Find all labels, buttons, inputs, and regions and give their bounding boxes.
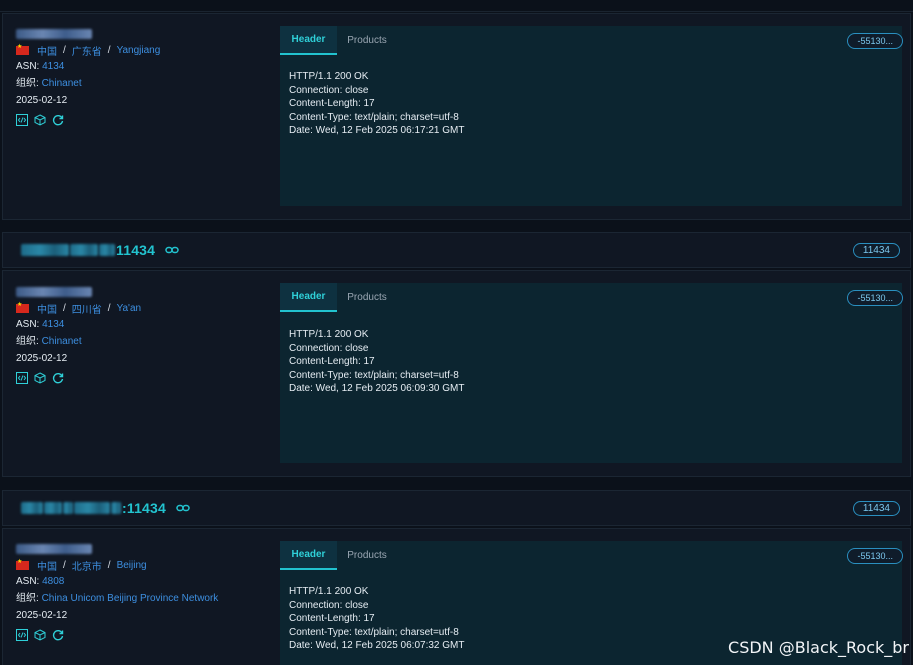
code-icon[interactable]	[16, 629, 28, 641]
tab-header[interactable]: Header	[280, 26, 337, 55]
date: 2025-02-12	[16, 95, 68, 106]
tab-products[interactable]: Products	[337, 26, 397, 55]
entry-1-info: 中国 / 广东省 / Yangjiang ASN: 4134 组织: China…	[16, 29, 160, 126]
asn-row: ASN: 4808	[16, 576, 65, 587]
port-badge[interactable]: 11434	[852, 501, 900, 516]
hash-badge[interactable]: -55130...	[847, 33, 903, 49]
hash-badge[interactable]: -55130...	[847, 548, 903, 564]
org-row: 组织: Chinanet	[16, 78, 82, 89]
org-row: 组织: Chinanet	[16, 336, 82, 347]
tabs: Header Products	[280, 26, 397, 55]
tabs: Header Products	[280, 541, 397, 570]
location-row: 中国 / 北京市 / Beijing	[16, 558, 218, 573]
cube-icon[interactable]	[34, 372, 46, 384]
date: 2025-02-12	[16, 353, 68, 364]
asn-link[interactable]: 4134	[42, 319, 64, 330]
entry-2-info: 中国 / 四川省 / Ya'an ASN: 4134 组织: Chinanet …	[16, 287, 141, 384]
province-link[interactable]: 北京市	[72, 558, 102, 573]
flag-cn-icon	[16, 43, 29, 55]
country-link[interactable]: 中国	[37, 301, 57, 316]
refresh-icon[interactable]	[52, 114, 64, 126]
code-icon[interactable]	[16, 372, 28, 384]
response-text: HTTP/1.1 200 OK Connection: close Conten…	[289, 71, 465, 136]
host-header-2: 11434 11434	[2, 232, 911, 268]
code-icon[interactable]	[16, 114, 28, 126]
link-icon[interactable]	[176, 503, 190, 513]
blurred-ip	[16, 29, 92, 39]
province-link[interactable]: 广东省	[72, 43, 102, 58]
response-text: HTTP/1.1 200 OK Connection: close Conten…	[289, 586, 465, 651]
watermark: CSDN @Black_Rock_br	[728, 638, 909, 657]
host-title[interactable]: :11434	[21, 500, 190, 516]
province-link[interactable]: 四川省	[72, 301, 102, 316]
refresh-icon[interactable]	[52, 372, 64, 384]
city-link[interactable]: Yangjiang	[117, 45, 161, 56]
top-strip	[0, 0, 913, 12]
org-link[interactable]: Chinanet	[42, 78, 82, 89]
port-badge[interactable]: 11434	[852, 243, 900, 258]
org-row: 组织: China Unicom Beijing Province Networ…	[16, 593, 219, 604]
flag-cn-icon	[16, 558, 29, 570]
host-title[interactable]: 11434	[21, 242, 179, 258]
blurred-ip	[16, 544, 92, 554]
blurred-ip	[16, 287, 92, 297]
asn-link[interactable]: 4134	[42, 61, 64, 72]
date: 2025-02-12	[16, 610, 68, 621]
org-link[interactable]: China Unicom Beijing Province Network	[42, 593, 219, 604]
hash-badge[interactable]: -55130...	[847, 290, 903, 306]
tab-header[interactable]: Header	[280, 283, 337, 312]
cube-icon[interactable]	[34, 629, 46, 641]
tab-products[interactable]: Products	[337, 541, 397, 570]
asn-link[interactable]: 4808	[42, 576, 64, 587]
location-row: 中国 / 四川省 / Ya'an	[16, 301, 141, 316]
org-link[interactable]: Chinanet	[42, 336, 82, 347]
tab-products[interactable]: Products	[337, 283, 397, 312]
flag-cn-icon	[16, 301, 29, 313]
city-link[interactable]: Beijing	[117, 560, 147, 571]
asn-row: ASN: 4134	[16, 61, 65, 72]
country-link[interactable]: 中国	[37, 558, 57, 573]
response-text: HTTP/1.1 200 OK Connection: close Conten…	[289, 329, 465, 394]
refresh-icon[interactable]	[52, 629, 64, 641]
country-link[interactable]: 中国	[37, 43, 57, 58]
tabs: Header Products	[280, 283, 397, 312]
asn-row: ASN: 4134	[16, 319, 65, 330]
entry-3-info: 中国 / 北京市 / Beijing ASN: 4808 组织: China U…	[16, 544, 218, 641]
host-header-3: :11434 11434	[2, 490, 911, 526]
cube-icon[interactable]	[34, 114, 46, 126]
tab-header[interactable]: Header	[280, 541, 337, 570]
city-link[interactable]: Ya'an	[117, 303, 142, 314]
location-row: 中国 / 广东省 / Yangjiang	[16, 43, 160, 58]
link-icon[interactable]	[165, 245, 179, 255]
